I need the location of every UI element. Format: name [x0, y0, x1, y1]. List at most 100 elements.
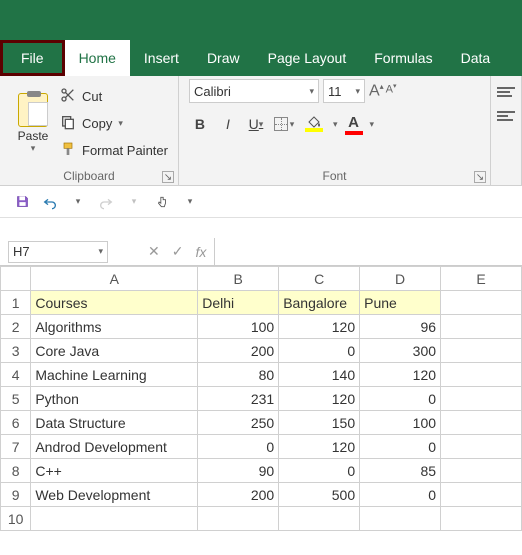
font-color-button[interactable]: A — [344, 113, 364, 135]
format-painter-button[interactable]: Format Painter — [60, 140, 168, 161]
fx-icon[interactable]: fx — [195, 244, 206, 260]
row-header-8[interactable]: 8 — [1, 459, 31, 483]
cell-A8[interactable]: C++ — [31, 459, 198, 483]
cell-E8[interactable] — [441, 459, 522, 483]
cell-B10[interactable] — [198, 507, 279, 531]
cell-D9[interactable]: 0 — [360, 483, 441, 507]
font-dialog-launcher[interactable]: ↘ — [474, 171, 486, 183]
cell-A2[interactable]: Algorithms — [31, 315, 198, 339]
row-header-9[interactable]: 9 — [1, 483, 31, 507]
cell-A10[interactable] — [31, 507, 198, 531]
spreadsheet-grid[interactable]: A B C D E 1 Courses Delhi Bangalore Pune… — [0, 266, 522, 531]
cell-C2[interactable]: 120 — [279, 315, 360, 339]
cell-E4[interactable] — [441, 363, 522, 387]
col-header-C[interactable]: C — [279, 267, 360, 291]
cell-C1[interactable]: Bangalore — [279, 291, 360, 315]
cell-D5[interactable]: 0 — [360, 387, 441, 411]
col-header-B[interactable]: B — [198, 267, 279, 291]
bold-button[interactable]: B — [189, 113, 211, 135]
select-all-corner[interactable] — [1, 267, 31, 291]
save-button[interactable] — [10, 190, 34, 214]
qat-customize[interactable]: ▾ — [178, 190, 202, 214]
cell-C4[interactable]: 140 — [279, 363, 360, 387]
cell-B3[interactable]: 200 — [198, 339, 279, 363]
row-header-6[interactable]: 6 — [1, 411, 31, 435]
font-size-select[interactable]: 11 ▾ — [323, 79, 365, 103]
row-header-4[interactable]: 4 — [1, 363, 31, 387]
cell-B8[interactable]: 90 — [198, 459, 279, 483]
cell-A1[interactable]: Courses — [31, 291, 198, 315]
cell-A5[interactable]: Python — [31, 387, 198, 411]
cell-B5[interactable]: 231 — [198, 387, 279, 411]
cell-A9[interactable]: Web Development — [31, 483, 198, 507]
cell-E5[interactable] — [441, 387, 522, 411]
cell-E7[interactable] — [441, 435, 522, 459]
formula-bar[interactable] — [214, 238, 522, 265]
underline-button[interactable]: U ▾ — [245, 113, 267, 135]
cell-B2[interactable]: 100 — [198, 315, 279, 339]
cell-B6[interactable]: 250 — [198, 411, 279, 435]
cell-A6[interactable]: Data Structure — [31, 411, 198, 435]
redo-button[interactable] — [94, 190, 118, 214]
copy-button[interactable]: Copy ▾ — [60, 113, 168, 134]
cell-D7[interactable]: 0 — [360, 435, 441, 459]
cell-E2[interactable] — [441, 315, 522, 339]
cell-D3[interactable]: 300 — [360, 339, 441, 363]
tab-formulas[interactable]: Formulas — [360, 40, 446, 76]
cell-E9[interactable] — [441, 483, 522, 507]
cell-A7[interactable]: Androd Development — [31, 435, 198, 459]
cell-B7[interactable]: 0 — [198, 435, 279, 459]
cell-A4[interactable]: Machine Learning — [31, 363, 198, 387]
cell-E6[interactable] — [441, 411, 522, 435]
cell-B1[interactable]: Delhi — [198, 291, 279, 315]
cancel-formula-icon[interactable]: ✕ — [148, 243, 160, 260]
cell-C8[interactable]: 0 — [279, 459, 360, 483]
col-header-E[interactable]: E — [441, 267, 522, 291]
chevron-down-icon[interactable]: ▾ — [333, 119, 338, 130]
cell-B9[interactable]: 200 — [198, 483, 279, 507]
clipboard-dialog-launcher[interactable]: ↘ — [162, 171, 174, 183]
name-box[interactable]: H7 ▾ — [8, 241, 108, 263]
cell-D1[interactable]: Pune — [360, 291, 441, 315]
redo-dropdown[interactable]: ▾ — [122, 190, 146, 214]
row-header-10[interactable]: 10 — [1, 507, 31, 531]
paste-button[interactable]: Paste ▾ — [10, 79, 56, 167]
cut-button[interactable]: Cut — [60, 86, 168, 107]
col-header-D[interactable]: D — [360, 267, 441, 291]
cell-D4[interactable]: 120 — [360, 363, 441, 387]
cell-C6[interactable]: 150 — [279, 411, 360, 435]
increase-font-button[interactable]: A▴ — [369, 82, 384, 100]
tab-file[interactable]: File — [0, 40, 65, 76]
cell-C10[interactable] — [279, 507, 360, 531]
cell-E3[interactable] — [441, 339, 522, 363]
tab-draw[interactable]: Draw — [193, 40, 254, 76]
enter-formula-icon[interactable]: ✓ — [172, 243, 184, 260]
tab-data[interactable]: Data — [447, 40, 505, 76]
cell-B4[interactable]: 80 — [198, 363, 279, 387]
undo-button[interactable] — [38, 190, 62, 214]
row-header-7[interactable]: 7 — [1, 435, 31, 459]
align-left-button[interactable] — [497, 111, 515, 125]
tab-home[interactable]: Home — [65, 40, 130, 76]
chevron-down-icon[interactable]: ▾ — [370, 119, 375, 130]
cell-E1[interactable] — [441, 291, 522, 315]
cell-E10[interactable] — [441, 507, 522, 531]
tab-page-layout[interactable]: Page Layout — [254, 40, 361, 76]
tab-insert[interactable]: Insert — [130, 40, 193, 76]
italic-button[interactable]: I — [217, 113, 239, 135]
cell-D10[interactable] — [360, 507, 441, 531]
borders-button[interactable]: ▾ — [273, 113, 295, 135]
align-top-button[interactable] — [497, 87, 515, 101]
undo-dropdown[interactable]: ▾ — [66, 190, 90, 214]
fill-color-button[interactable] — [301, 113, 327, 135]
cell-A3[interactable]: Core Java — [31, 339, 198, 363]
cell-C7[interactable]: 120 — [279, 435, 360, 459]
cell-C5[interactable]: 120 — [279, 387, 360, 411]
cell-D2[interactable]: 96 — [360, 315, 441, 339]
row-header-3[interactable]: 3 — [1, 339, 31, 363]
row-header-5[interactable]: 5 — [1, 387, 31, 411]
row-header-2[interactable]: 2 — [1, 315, 31, 339]
touch-mode-button[interactable] — [150, 190, 174, 214]
decrease-font-button[interactable]: A▾ — [386, 82, 397, 100]
cell-C3[interactable]: 0 — [279, 339, 360, 363]
